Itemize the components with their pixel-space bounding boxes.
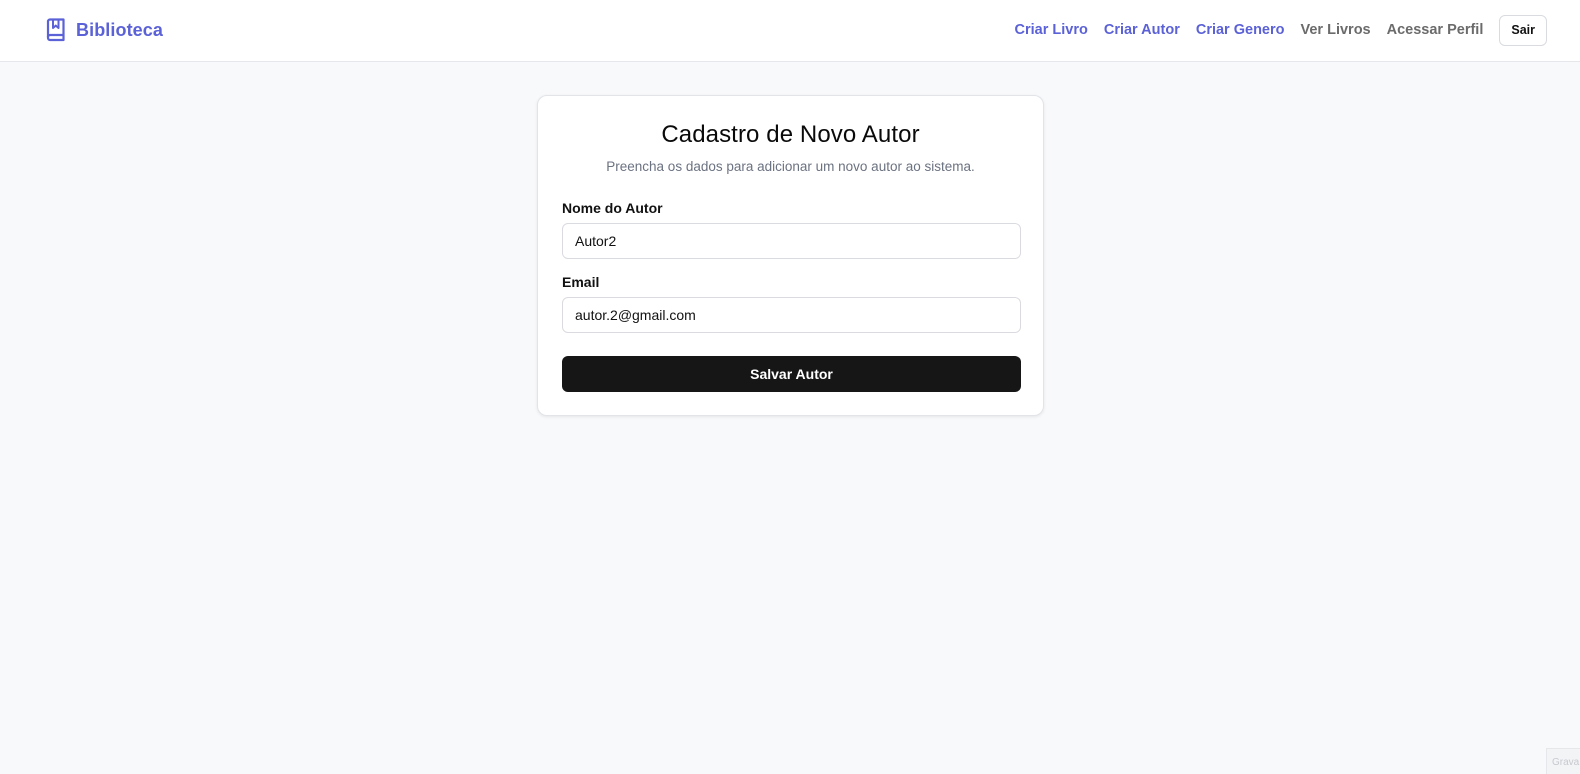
- book-icon: [46, 18, 66, 42]
- logout-button[interactable]: Sair: [1499, 14, 1547, 46]
- corner-overlay-tab[interactable]: Grava: [1546, 748, 1580, 774]
- email-label: Email: [562, 274, 600, 290]
- nav-link-ver-livros[interactable]: Ver Livros: [1301, 22, 1371, 38]
- nav-link-criar-autor[interactable]: Criar Autor: [1104, 22, 1180, 38]
- page-title: Cadastro de Novo Autor: [661, 121, 920, 148]
- nav-link-criar-livro[interactable]: Criar Livro: [1015, 22, 1088, 38]
- top-navbar: Biblioteca Criar Livro Criar Autor Criar…: [0, 0, 1580, 62]
- email-input[interactable]: [562, 297, 1021, 333]
- author-name-input[interactable]: [562, 223, 1021, 259]
- brand-name: Biblioteca: [76, 19, 164, 40]
- nav-link-criar-genero[interactable]: Criar Genero: [1196, 22, 1285, 38]
- save-author-button[interactable]: Salvar Autor: [562, 356, 1021, 392]
- nav-link-acessar-perfil[interactable]: Acessar Perfil: [1387, 22, 1484, 38]
- nav-links: Criar Livro Criar Autor Criar Genero Ver…: [1015, 14, 1547, 46]
- author-form-card: Cadastro de Novo Autor Preencha os dados…: [537, 95, 1044, 416]
- author-name-label: Nome do Autor: [562, 200, 663, 216]
- page-subtitle: Preencha os dados para adicionar um novo…: [606, 159, 975, 174]
- brand-link[interactable]: Biblioteca: [46, 17, 163, 43]
